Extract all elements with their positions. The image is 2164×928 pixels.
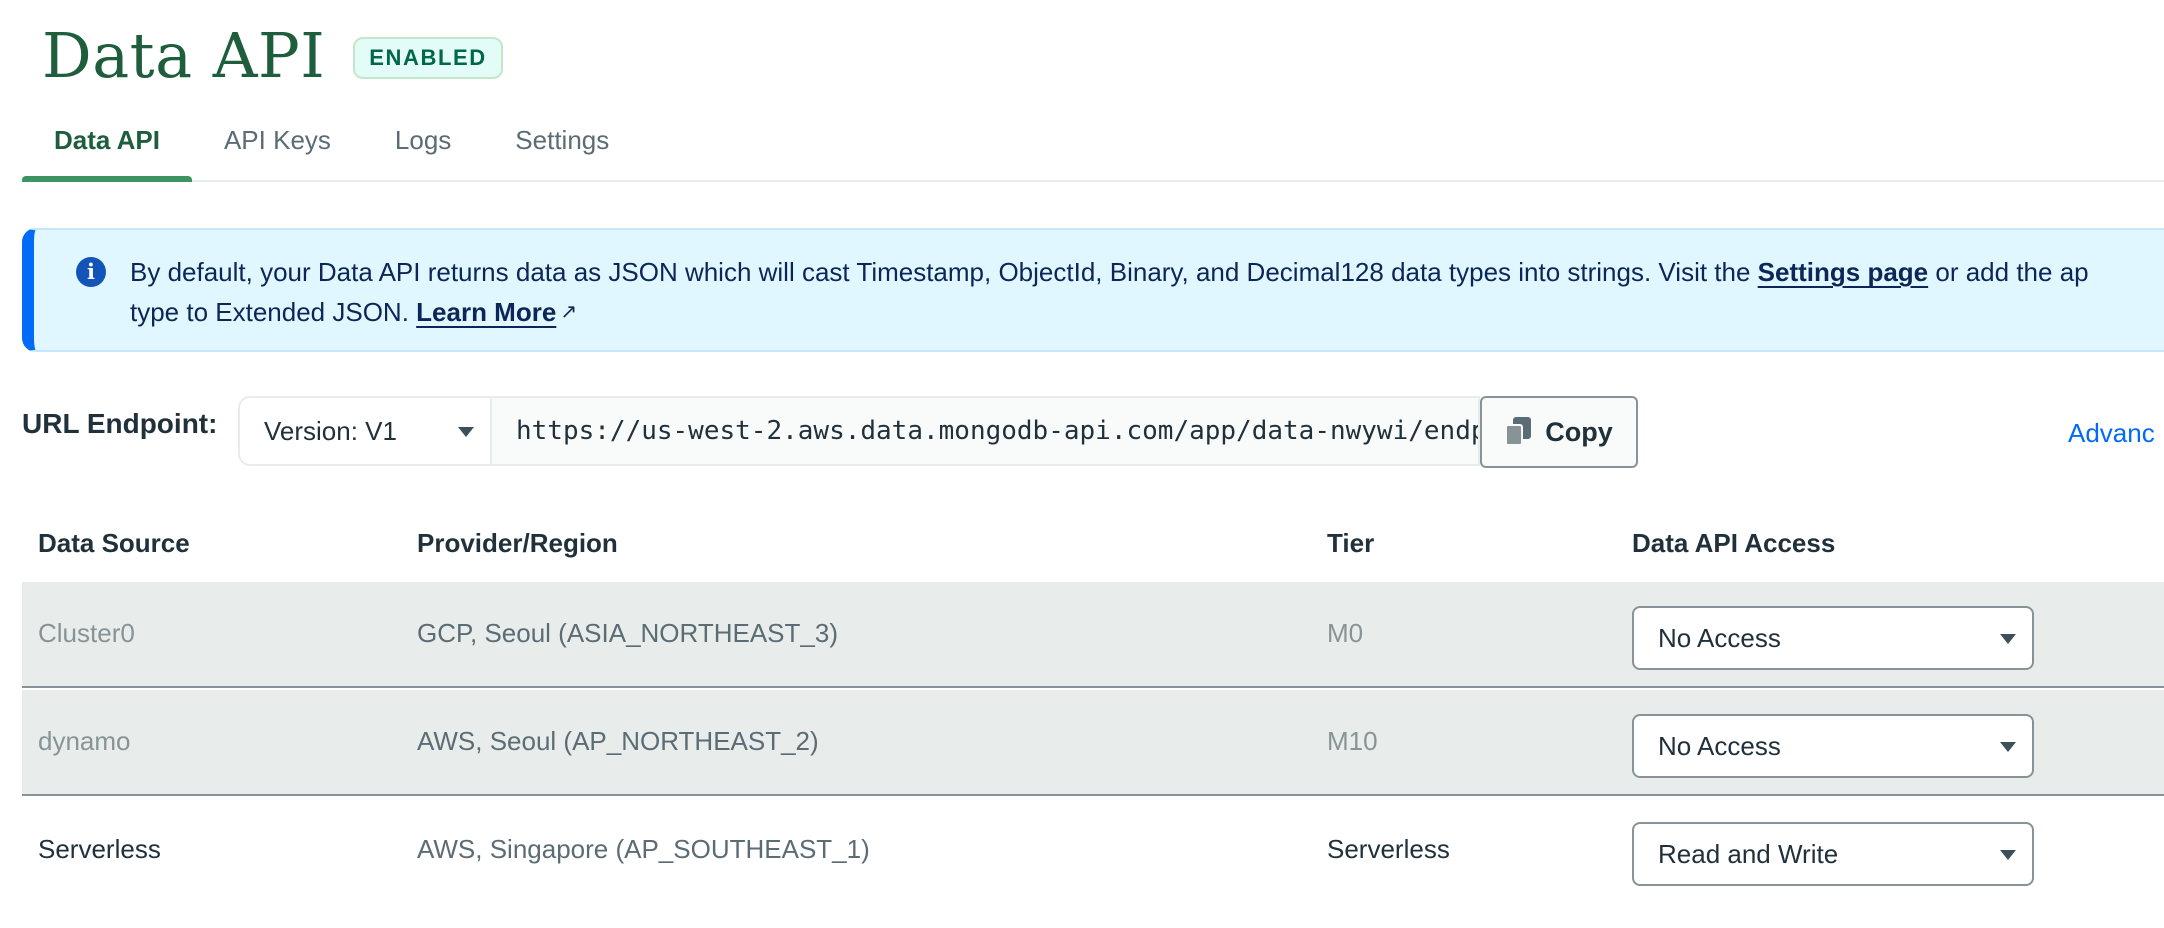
title-row: Data API ENABLED — [42, 10, 503, 100]
provider-region: AWS, Singapore (AP_SOUTHEAST_1) — [417, 834, 870, 864]
caret-down-icon — [458, 427, 474, 437]
table-row: dynamo AWS, Seoul (AP_NORTHEAST_2) M10 N… — [22, 690, 2164, 796]
data-source-name: dynamo — [38, 726, 131, 756]
caret-down-icon — [2000, 742, 2016, 752]
data-source-name: Cluster0 — [38, 618, 135, 648]
caret-down-icon — [2000, 850, 2016, 860]
column-header-tier: Tier — [1327, 528, 1375, 558]
provider-region: AWS, Seoul (AP_NORTHEAST_2) — [417, 726, 819, 756]
access-select-value: Read and Write — [1658, 839, 1839, 869]
access-select-value: No Access — [1658, 731, 1781, 761]
tab-data-api[interactable]: Data API — [22, 112, 192, 182]
tab-settings[interactable]: Settings — [483, 112, 641, 180]
tab-api-keys[interactable]: API Keys — [192, 112, 363, 180]
advanced-link[interactable]: Advanc — [2068, 418, 2155, 449]
column-header-data-api-access: Data API Access — [1632, 528, 1836, 558]
copy-button-label: Copy — [1545, 416, 1613, 447]
copy-icon — [1505, 417, 1533, 447]
access-select[interactable]: Read and Write — [1632, 822, 2034, 886]
table-row: Serverless AWS, Singapore (AP_SOUTHEAST_… — [22, 798, 2164, 904]
tier-value: M10 — [1327, 726, 1378, 756]
status-badge: ENABLED — [353, 37, 503, 79]
external-link-icon: ↗ — [560, 301, 578, 323]
tier-value: M0 — [1327, 618, 1364, 648]
info-banner: i By default, your Data API returns data… — [22, 228, 2164, 352]
settings-page-link[interactable]: Settings page — [1758, 257, 1928, 287]
banner-text-part1: By default, your Data API returns data a… — [130, 257, 1758, 287]
tab-logs[interactable]: Logs — [363, 112, 483, 180]
table-header: Data Source Provider/Region Tier Data AP… — [22, 510, 2164, 580]
table-row: Cluster0 GCP, Seoul (ASIA_NORTHEAST_3) M… — [22, 582, 2164, 688]
access-select[interactable]: No Access — [1632, 606, 2034, 670]
learn-more-link[interactable]: Learn More — [416, 297, 556, 327]
url-endpoint-field[interactable]: https://us-west-2.aws.data.mongodb-api.c… — [490, 396, 1480, 466]
info-icon: i — [76, 257, 106, 287]
tier-value: Serverless — [1327, 834, 1450, 864]
provider-region: GCP, Seoul (ASIA_NORTHEAST_3) — [417, 618, 838, 648]
access-select[interactable]: No Access — [1632, 714, 2034, 778]
banner-text: By default, your Data API returns data a… — [130, 252, 2164, 332]
url-endpoint-label: URL Endpoint: — [22, 408, 218, 439]
access-select-value: No Access — [1658, 623, 1781, 653]
copy-button[interactable]: Copy — [1480, 396, 1638, 468]
tab-bar: Data API API Keys Logs Settings — [22, 112, 2164, 182]
version-select-value: Version: V1 — [264, 416, 397, 446]
data-api-page: Data API ENABLED Data API API Keys Logs … — [0, 0, 2164, 928]
version-select[interactable]: Version: V1 — [238, 396, 490, 466]
page-title: Data API — [42, 18, 326, 92]
banner-text-part2: or add the ap — [1928, 257, 2089, 287]
column-header-provider-region: Provider/Region — [417, 528, 618, 558]
column-header-data-source: Data Source — [38, 528, 190, 558]
data-source-name: Serverless — [38, 834, 161, 864]
caret-down-icon — [2000, 634, 2016, 644]
banner-text-line2: type to Extended JSON. — [130, 297, 417, 327]
